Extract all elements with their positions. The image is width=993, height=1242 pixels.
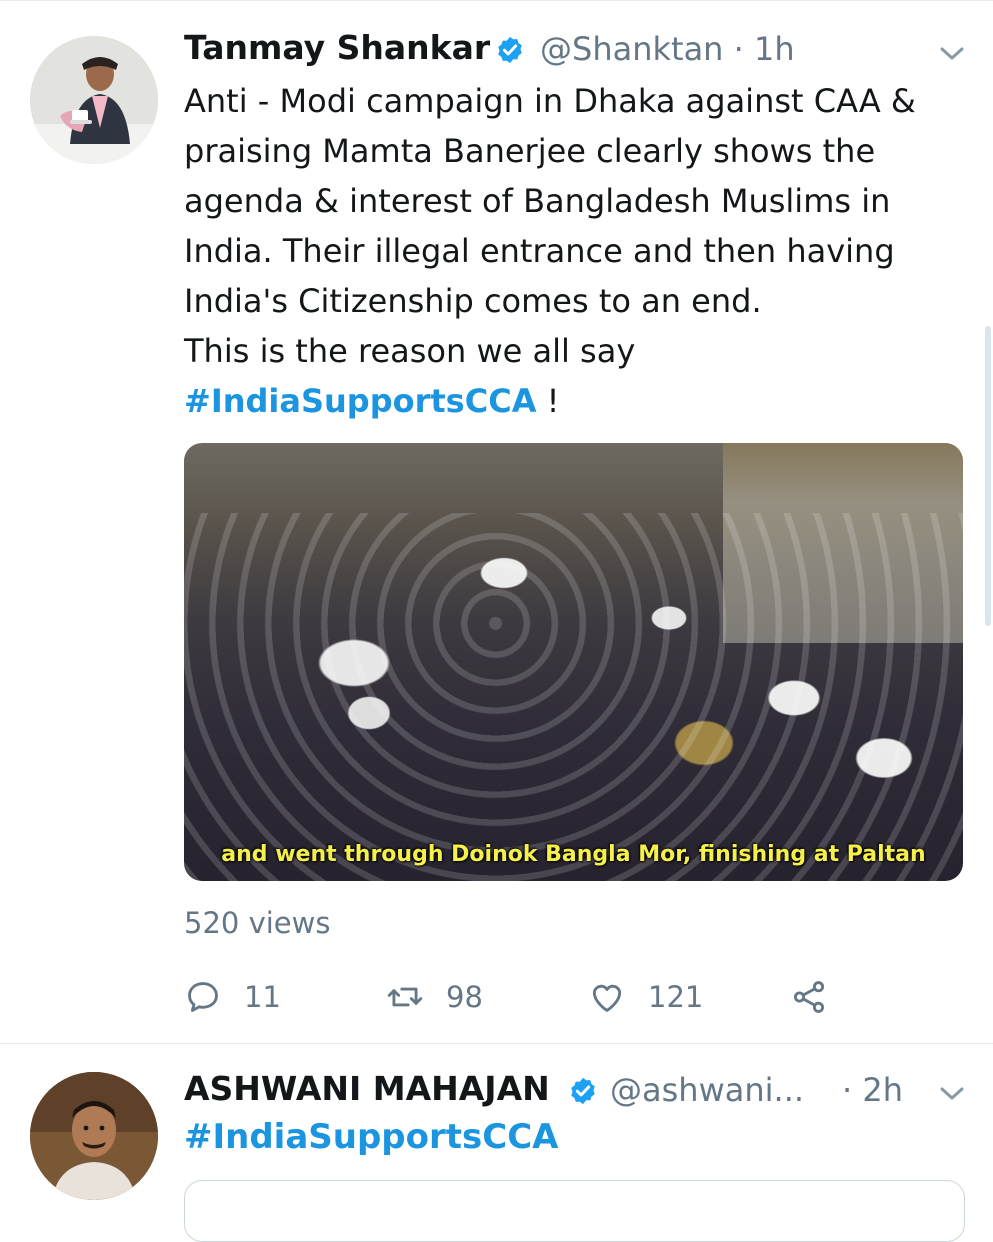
video-player[interactable]: and went through Doinok Bangla Mor, fini… — [184, 443, 963, 881]
author-name[interactable]: ASHWANI MAHAJAN — [184, 1069, 550, 1108]
like-count: 121 — [648, 980, 704, 1014]
tweet-text-line: agenda & interest of Bangladesh Muslims … — [184, 182, 891, 220]
tweet-text-line: India. Their illegal entrance and then h… — [184, 232, 895, 270]
reply-count: 11 — [244, 980, 281, 1014]
share-button[interactable] — [790, 973, 828, 1021]
quoted-media-card[interactable] — [184, 1180, 965, 1242]
tweet-text-line: India's Citizenship comes to an end. — [184, 282, 762, 320]
video-subtitle: and went through Doinok Bangla Mor, fini… — [221, 842, 926, 867]
hashtag-link[interactable]: #IndiaSupportsCCA — [184, 1117, 558, 1157]
tweet-actions: 11 98 121 — [184, 973, 974, 1021]
author-handle[interactable]: @ashwani... — [610, 1071, 804, 1109]
avatar-image — [30, 36, 158, 164]
hashtag-suffix: ! — [536, 382, 560, 420]
like-icon — [592, 984, 622, 1012]
verified-badge-icon — [498, 36, 522, 64]
tweet-text-line: This is the reason we all say — [184, 332, 636, 370]
tweet-text: #IndiaSupportsCCA — [184, 1117, 558, 1157]
like-button[interactable]: 121 — [588, 973, 703, 1021]
share-icon — [793, 981, 825, 1013]
hashtag-link[interactable]: #IndiaSupportsCCA — [184, 382, 536, 420]
reply-icon — [188, 982, 218, 1012]
verified-badge-icon — [571, 1077, 595, 1105]
avatar[interactable] — [30, 36, 158, 164]
retweet-count: 98 — [446, 980, 483, 1014]
author-handle[interactable]: @Shanktan · 1h — [540, 30, 795, 68]
avatar[interactable] — [30, 1072, 158, 1200]
tweet-text-line-hashtag: #IndiaSupportsCCA ! — [184, 376, 974, 426]
view-count: 520 views — [184, 906, 331, 940]
tweet-text-line: praising Mamta Banerjee clearly shows th… — [184, 132, 876, 170]
reply-button[interactable]: 11 — [184, 973, 281, 1021]
avatar-image — [30, 1072, 158, 1200]
author-name[interactable]: Tanmay Shankar — [184, 28, 490, 67]
tweet-card[interactable]: Tanmay Shankar @Shanktan · 1h Anti - Mod… — [0, 0, 993, 1044]
scrollbar[interactable] — [985, 326, 991, 626]
tweet-text-line: Anti - Modi campaign in Dhaka against CA… — [184, 82, 916, 120]
tweet-card[interactable]: ASHWANI MAHAJAN @ashwani... · 2h #IndiaS… — [0, 1044, 993, 1242]
tweet-text: Anti - Modi campaign in Dhaka against CA… — [184, 76, 974, 426]
chevron-down-icon[interactable] — [937, 1084, 967, 1104]
tweet-time: · 2h — [842, 1071, 903, 1109]
retweet-button[interactable]: 98 — [386, 973, 483, 1021]
handle-text: @Shanktan — [540, 30, 724, 68]
tweet-time: · 1h — [733, 30, 795, 68]
video-frame-crowd — [184, 513, 963, 881]
retweet-icon — [387, 987, 423, 1007]
chevron-down-icon[interactable] — [937, 44, 967, 64]
